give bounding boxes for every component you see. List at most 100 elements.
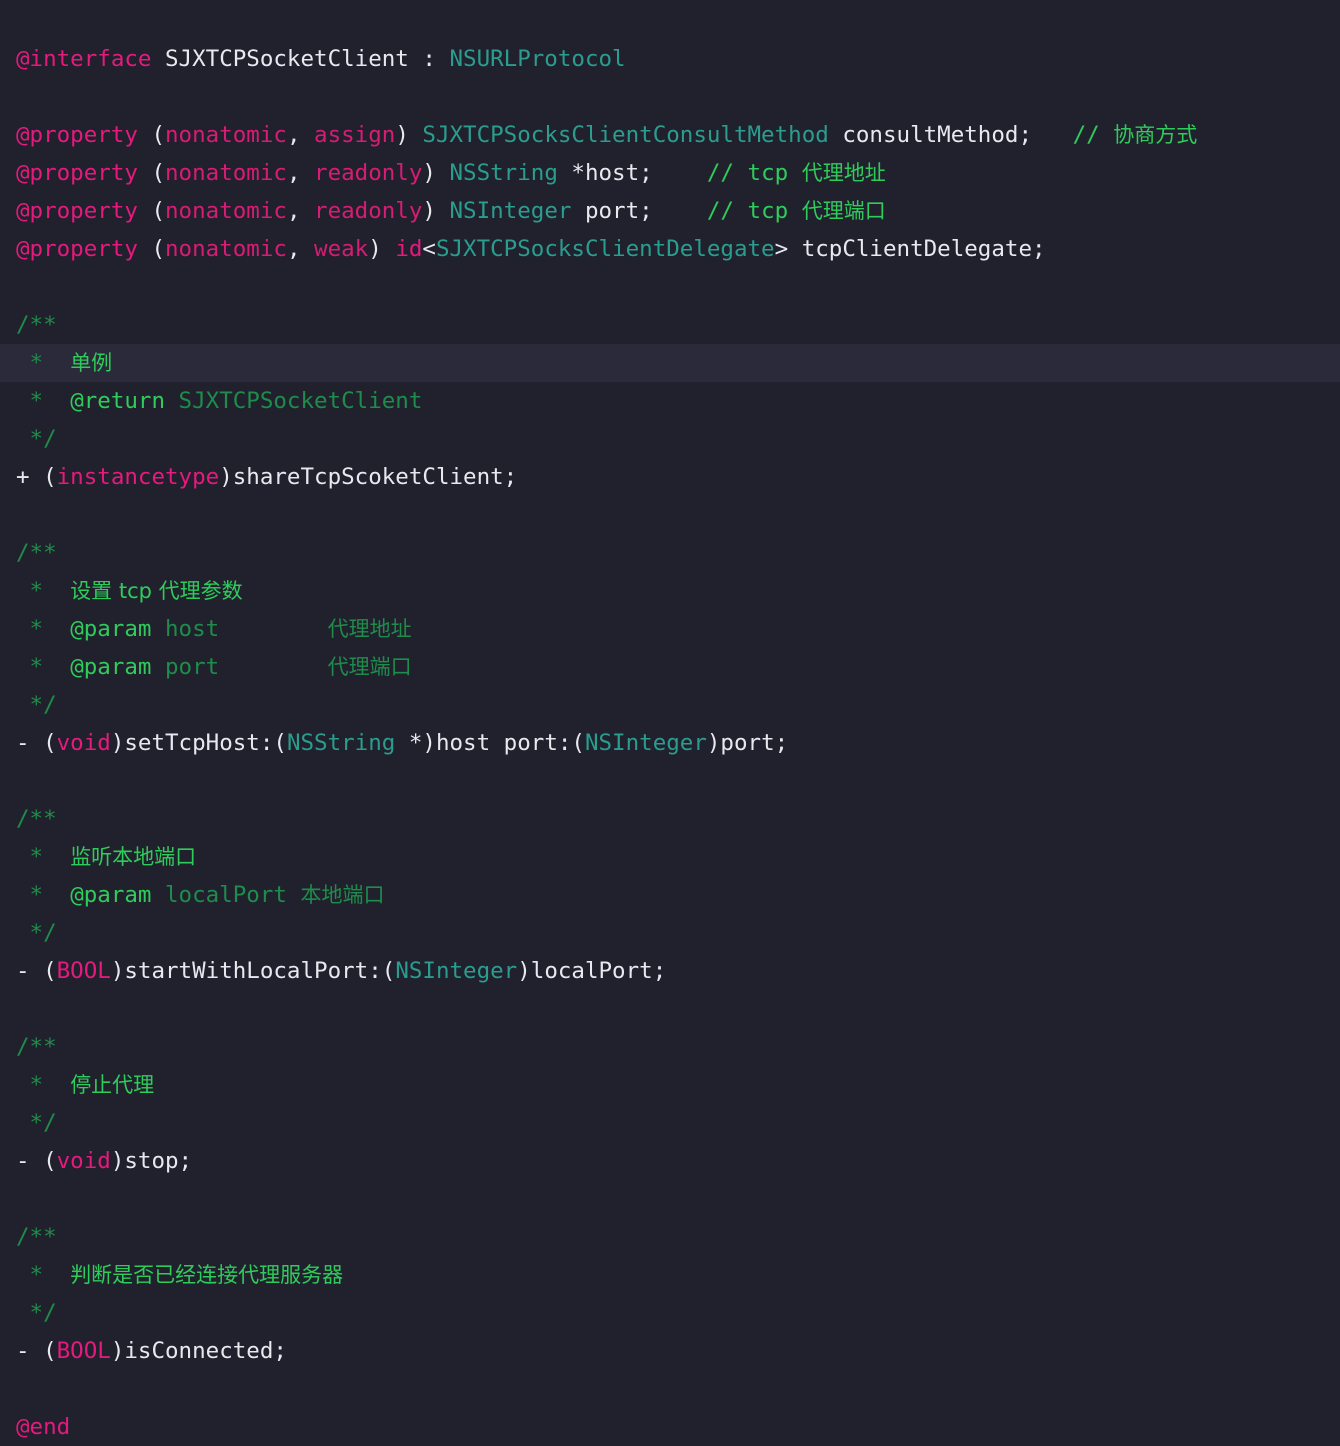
code-token-type: NSInteger [449, 198, 572, 224]
code-token-plain: ( [137, 160, 166, 186]
code-line[interactable] [16, 762, 1340, 800]
code-line[interactable]: /** [16, 534, 1340, 572]
code-line[interactable]: */ [16, 1294, 1340, 1332]
code-line[interactable]: * 设置 tcp 代理参数 [16, 572, 1340, 610]
code-line[interactable]: * @param host 代理地址 [16, 610, 1340, 648]
code-line[interactable]: * @param port 代理端口 [16, 648, 1340, 686]
code-token-comment: */ [16, 1110, 57, 1136]
code-line[interactable]: @property (nonatomic, readonly) NSString… [16, 154, 1340, 192]
code-token-plain: , [286, 198, 315, 224]
code-line-content: * 设置 tcp 代理参数 [16, 578, 243, 604]
code-line[interactable]: */ [16, 1104, 1340, 1142]
code-line-content: /** [16, 540, 57, 566]
code-token-comment-bright: @param [70, 882, 152, 908]
code-line[interactable]: /** [16, 1028, 1340, 1066]
code-token-comment-bright: // tcp [706, 198, 802, 224]
code-token-comment: localPort [151, 882, 301, 908]
code-token-plain: , [286, 122, 315, 148]
code-token-plain: - ( [16, 1148, 57, 1174]
code-token-keyword: BOOL [56, 958, 111, 984]
code-token-plain: consultMethod; [828, 122, 1073, 148]
code-line-content [16, 1186, 30, 1212]
code-line[interactable]: */ [16, 686, 1340, 724]
code-line-content [16, 84, 30, 110]
code-line[interactable]: - (BOOL)startWithLocalPort:(NSInteger)lo… [16, 952, 1340, 990]
code-token-comment-bright-cjk: 协商方式 [1113, 123, 1198, 147]
code-token-plain: - ( [16, 958, 57, 984]
code-token-keyword: id [395, 236, 423, 262]
code-token-plain: - ( [16, 730, 57, 756]
code-token-comment: /** [16, 540, 57, 566]
code-line[interactable]: * 判断是否已经连接代理服务器 [16, 1256, 1340, 1294]
code-line-content: @property (nonatomic, assign) SJXTCPSock… [16, 122, 1197, 148]
code-line[interactable]: - (void)stop; [16, 1142, 1340, 1180]
code-token-plain: ( [137, 198, 166, 224]
code-token-comment: * [16, 882, 71, 908]
code-line[interactable]: */ [16, 914, 1340, 952]
code-token-type: SJXTCPSocksClientConsultMethod [422, 122, 829, 148]
code-line[interactable]: @property (nonatomic, assign) SJXTCPSock… [16, 116, 1340, 154]
code-line[interactable]: @interface SJXTCPSocketClient : NSURLPro… [16, 40, 1340, 78]
code-token-comment: * [16, 1072, 71, 1098]
code-line-content [16, 1376, 30, 1402]
code-token-plain: < [422, 236, 436, 262]
code-line[interactable]: @property (nonatomic, readonly) NSIntege… [16, 192, 1340, 230]
code-line-active[interactable]: * 单例 [0, 344, 1340, 382]
code-line-content: * @return SJXTCPSocketClient [16, 388, 423, 414]
code-token-plain: )localPort; [517, 958, 667, 984]
code-line-list: @interface SJXTCPSocketClient : NSURLPro… [0, 0, 1340, 1446]
code-token-keyword: @interface [16, 46, 152, 72]
code-token-keyword: instancetype [56, 464, 220, 490]
code-token-attribute: nonatomic [165, 198, 287, 224]
code-line[interactable]: - (void)setTcpHost:(NSString *)host port… [16, 724, 1340, 762]
code-line[interactable]: * 停止代理 [16, 1066, 1340, 1104]
code-editor[interactable]: @interface SJXTCPSocketClient : NSURLPro… [0, 0, 1340, 1440]
code-token-attribute: nonatomic [165, 122, 287, 148]
code-line[interactable]: * @return SJXTCPSocketClient [16, 382, 1340, 420]
code-token-type: NSURLProtocol [449, 46, 626, 72]
code-token-plain: SJXTCPSocketClient : [151, 46, 450, 72]
code-line[interactable] [16, 268, 1340, 306]
code-token-comment: SJXTCPSocketClient [165, 388, 423, 414]
code-line[interactable]: /** [16, 800, 1340, 838]
code-token-attribute: assign [314, 122, 396, 148]
code-line[interactable]: * @param localPort 本地端口 [16, 876, 1340, 914]
code-line-content: - (void)stop; [16, 1148, 192, 1174]
code-token-comment: */ [16, 920, 57, 946]
code-line[interactable] [16, 1180, 1340, 1218]
code-token-plain: )startWithLocalPort:( [110, 958, 396, 984]
code-line[interactable]: @end [16, 1408, 1340, 1446]
code-token-comment-bright: // [1072, 122, 1114, 148]
code-line[interactable]: - (BOOL)isConnected; [16, 1332, 1340, 1370]
code-line[interactable] [16, 990, 1340, 1028]
code-token-comment-bright-cjk: 监听本地端口 [70, 845, 197, 869]
code-line[interactable]: * 监听本地端口 [16, 838, 1340, 876]
code-line[interactable]: /** [16, 1218, 1340, 1256]
code-token-comment-bright-cjk: 判断是否已经连接代理服务器 [70, 1263, 344, 1287]
code-line[interactable] [16, 1370, 1340, 1408]
code-token-plain: )setTcpHost:( [110, 730, 287, 756]
code-token-comment: port [151, 654, 220, 680]
code-line-content: * @param host 代理地址 [16, 616, 412, 642]
code-token-keyword: @end [16, 1414, 71, 1440]
code-line[interactable]: + (instancetype)shareTcpScoketClient; [16, 458, 1340, 496]
code-token-comment: * [16, 654, 71, 680]
code-token-type: NSInteger [395, 958, 518, 984]
code-line[interactable]: */ [16, 420, 1340, 458]
code-line[interactable] [16, 78, 1340, 116]
code-line[interactable]: @property (nonatomic, weak) id<SJXTCPSoc… [16, 230, 1340, 268]
code-token-plain: ( [137, 236, 166, 262]
code-line[interactable] [16, 496, 1340, 534]
code-line-content: - (BOOL)startWithLocalPort:(NSInteger)lo… [16, 958, 666, 984]
code-line-content [16, 274, 30, 300]
code-token-plain: , [286, 160, 315, 186]
code-token-plain: *)host port:( [395, 730, 585, 756]
code-token-type: SJXTCPSocksClientDelegate [435, 236, 775, 262]
code-line-content: @interface SJXTCPSocketClient : NSURLPro… [16, 46, 626, 72]
code-token-comment-bright-cjk: 代理端口 [801, 199, 886, 223]
code-line[interactable]: /** [16, 306, 1340, 344]
code-line-content [16, 768, 30, 794]
code-token-comment-bright: @param [70, 616, 152, 642]
code-token-comment: */ [16, 426, 57, 452]
code-token-plain: )isConnected; [110, 1338, 287, 1364]
